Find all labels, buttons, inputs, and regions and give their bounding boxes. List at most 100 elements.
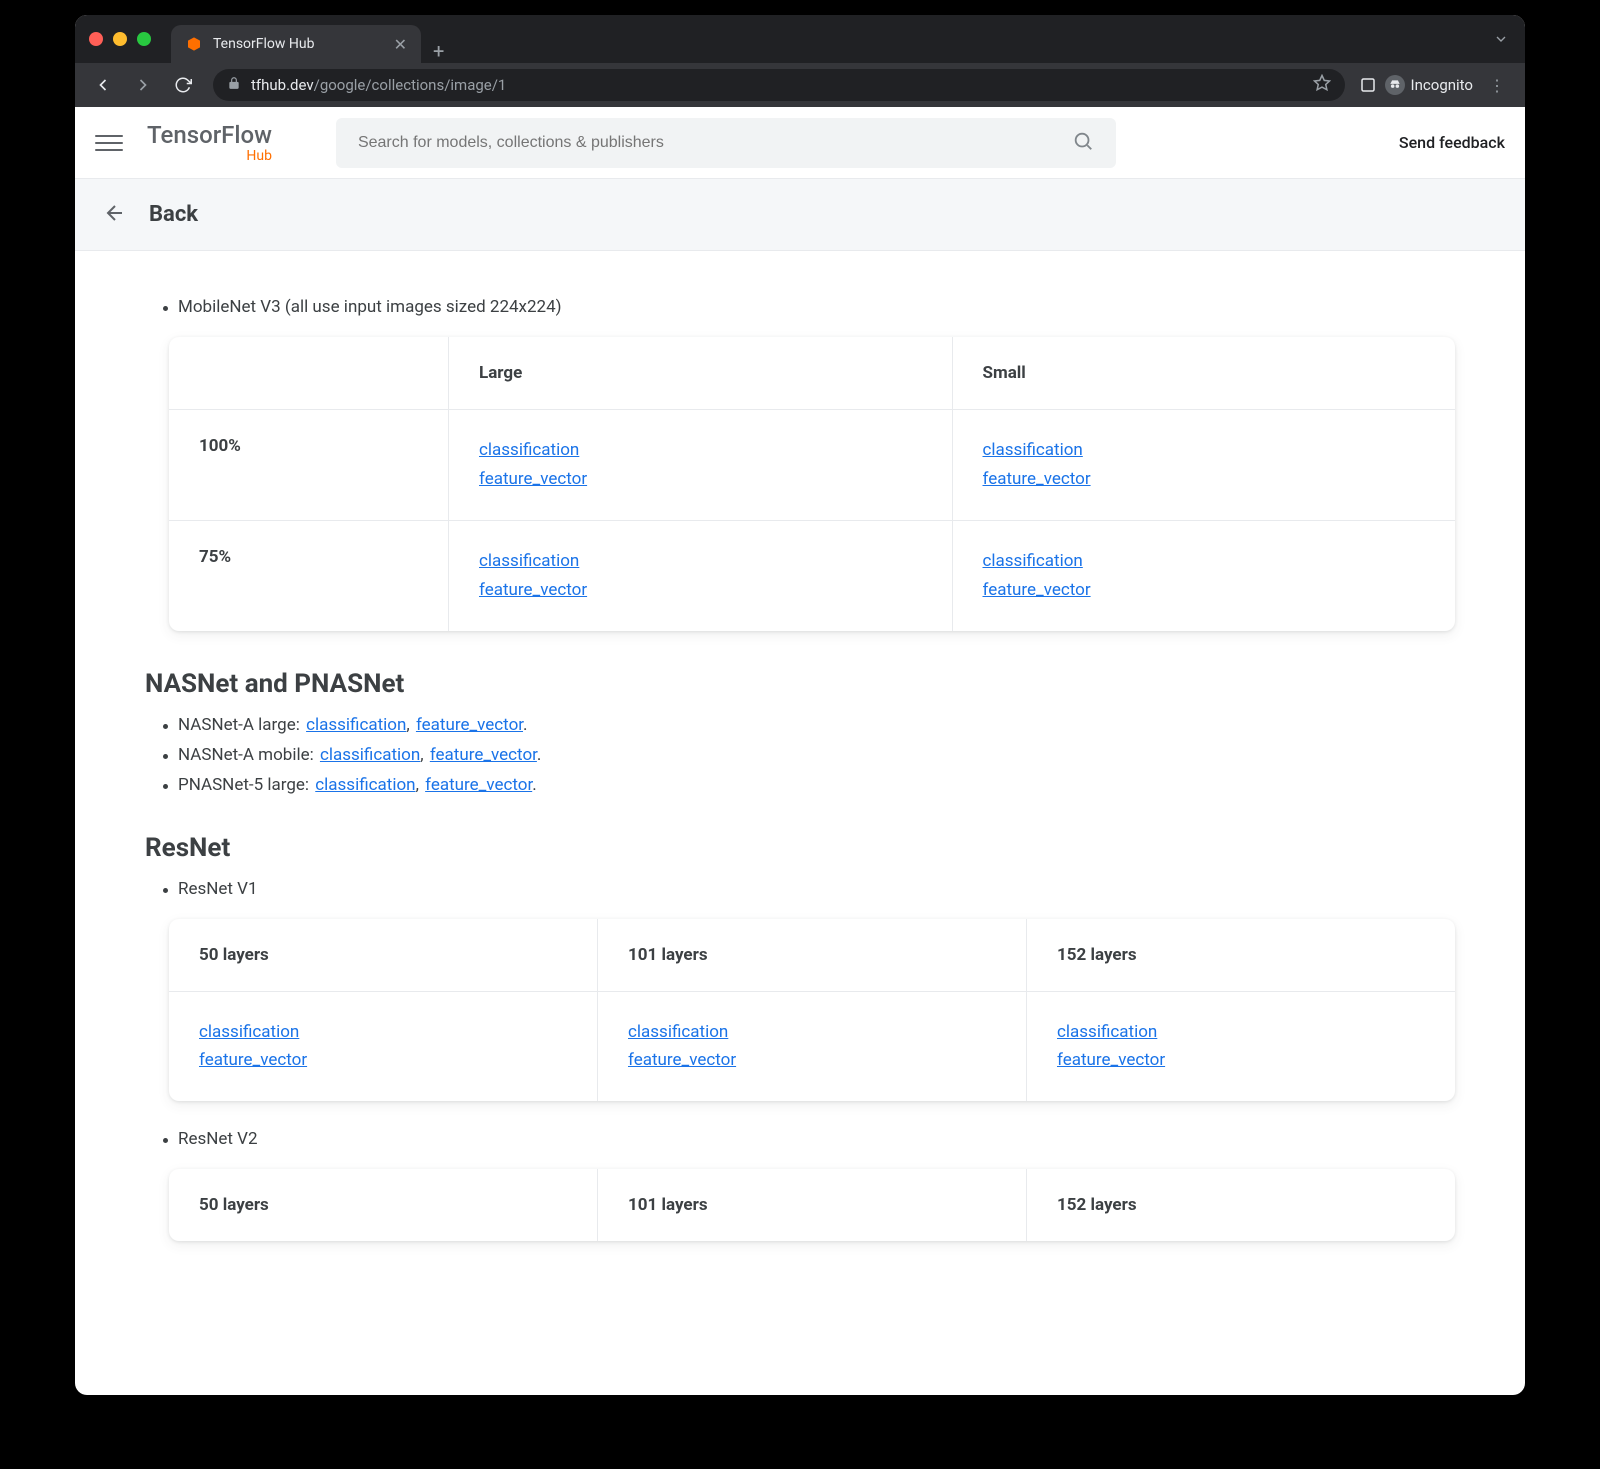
- table-rowhead: 75%: [169, 521, 449, 631]
- bullet-icon: [163, 1138, 168, 1143]
- list-item: ResNet V1: [163, 879, 1455, 899]
- new-tab-button[interactable]: +: [433, 39, 444, 63]
- section-heading-resnet: ResNet: [145, 833, 1455, 863]
- classification-link[interactable]: classification: [983, 436, 1426, 465]
- classification-link[interactable]: classification: [479, 547, 922, 576]
- bullet-text: NASNet-A mobile: classification, feature…: [178, 745, 541, 765]
- browser-tab[interactable]: TensorFlow Hub ✕: [171, 25, 421, 63]
- site-logo[interactable]: TensorFlow Hub: [147, 123, 272, 163]
- back-label: Back: [149, 202, 198, 227]
- table-header-cell: 101 layers: [598, 1169, 1027, 1241]
- feature-vector-link[interactable]: feature_vector: [479, 465, 922, 494]
- table-row: classification feature_vector classifica…: [169, 991, 1455, 1102]
- feature-vector-link[interactable]: feature_vector: [430, 745, 537, 765]
- classification-link[interactable]: classification: [315, 775, 415, 795]
- nav-forward-button[interactable]: [127, 69, 159, 101]
- table-row: 100% classification feature_vector class…: [169, 409, 1455, 520]
- bullet-icon: [163, 306, 168, 311]
- list-item: NASNet-A mobile: classification, feature…: [163, 745, 1455, 765]
- feature-vector-link[interactable]: feature_vector: [628, 1046, 996, 1075]
- bullet-text: NASNet-A large: classification, feature_…: [178, 715, 528, 735]
- classification-link[interactable]: classification: [628, 1018, 996, 1047]
- search-box[interactable]: [336, 118, 1116, 168]
- window-close-button[interactable]: [89, 32, 103, 46]
- table-header-row: 50 layers 101 layers 152 layers: [169, 919, 1455, 991]
- classification-link[interactable]: classification: [306, 715, 406, 735]
- table-header-cell: 50 layers: [169, 919, 598, 991]
- table-cell: classification feature_vector: [598, 992, 1027, 1102]
- url-host: tfhub.dev: [251, 76, 314, 94]
- bookmark-star-icon[interactable]: [1313, 74, 1331, 96]
- bullet-icon: [163, 754, 168, 759]
- classification-link[interactable]: classification: [199, 1018, 567, 1047]
- bullet-text: MobileNet V3 (all use input images sized…: [178, 297, 562, 317]
- search-icon[interactable]: [1072, 130, 1094, 156]
- list-item: MobileNet V3 (all use input images sized…: [163, 297, 1455, 317]
- bullet-text: PNASNet-5 large: classification, feature…: [178, 775, 537, 795]
- back-bar: Back: [75, 179, 1525, 251]
- list-item: NASNet-A large: classification, feature_…: [163, 715, 1455, 735]
- page-content: MobileNet V3 (all use input images sized…: [75, 251, 1525, 1241]
- resnet-v2-table: 50 layers 101 layers 152 layers: [169, 1169, 1455, 1241]
- address-bar[interactable]: tfhub.dev/google/collections/image/1: [213, 69, 1345, 101]
- window-traffic-lights: [89, 32, 151, 46]
- tab-strip: TensorFlow Hub ✕ +: [171, 15, 1491, 63]
- site-header: TensorFlow Hub Send feedback: [75, 107, 1525, 179]
- table-rowhead: 100%: [169, 410, 449, 520]
- logo-text-main: TensorFlow: [147, 123, 272, 147]
- search-input[interactable]: [358, 134, 1072, 152]
- classification-link[interactable]: classification: [320, 745, 420, 765]
- incognito-label: Incognito: [1411, 76, 1473, 94]
- table-row: 75% classification feature_vector classi…: [169, 520, 1455, 631]
- table-cell: classification feature_vector: [1027, 992, 1455, 1102]
- table-header-row: Large Small: [169, 337, 1455, 409]
- back-arrow-icon[interactable]: [103, 201, 127, 229]
- tabs-overflow-icon[interactable]: [1491, 29, 1511, 49]
- bullet-text: ResNet V1: [178, 879, 258, 899]
- incognito-indicator: Incognito: [1385, 75, 1473, 95]
- menu-hamburger-icon[interactable]: [95, 129, 123, 157]
- table-header-cell: Large: [449, 337, 953, 409]
- bullet-icon: [163, 784, 168, 789]
- feature-vector-link[interactable]: feature_vector: [416, 715, 523, 735]
- bullet-icon: [163, 888, 168, 893]
- table-cell: classification feature_vector: [953, 521, 1456, 631]
- table-header-row: 50 layers 101 layers 152 layers: [169, 1169, 1455, 1241]
- bullet-text: ResNet V2: [178, 1129, 258, 1149]
- table-cell: classification feature_vector: [169, 992, 598, 1102]
- incognito-icon: [1385, 75, 1405, 95]
- table-header-cell: 101 layers: [598, 919, 1027, 991]
- feature-vector-link[interactable]: feature_vector: [1057, 1046, 1425, 1075]
- classification-link[interactable]: classification: [983, 547, 1426, 576]
- feature-vector-link[interactable]: feature_vector: [425, 775, 532, 795]
- browser-menu-icon[interactable]: ⋮: [1481, 76, 1513, 95]
- feature-vector-link[interactable]: feature_vector: [479, 576, 922, 605]
- classification-link[interactable]: classification: [479, 436, 922, 465]
- window-maximize-button[interactable]: [137, 32, 151, 46]
- extensions-icon[interactable]: [1359, 76, 1377, 94]
- table-cell: classification feature_vector: [953, 410, 1456, 520]
- table-cell: classification feature_vector: [449, 410, 953, 520]
- nav-back-button[interactable]: [87, 69, 119, 101]
- window-minimize-button[interactable]: [113, 32, 127, 46]
- feature-vector-link[interactable]: feature_vector: [199, 1046, 567, 1075]
- classification-link[interactable]: classification: [1057, 1018, 1425, 1047]
- feature-vector-link[interactable]: feature_vector: [983, 576, 1426, 605]
- table-header-cell: [169, 337, 449, 409]
- nav-reload-button[interactable]: [167, 69, 199, 101]
- table-header-cell: Small: [953, 337, 1456, 409]
- tab-close-button[interactable]: ✕: [394, 35, 407, 54]
- url-path: /google/collections/image/1: [314, 76, 507, 94]
- list-item: PNASNet-5 large: classification, feature…: [163, 775, 1455, 795]
- address-text: tfhub.dev/google/collections/image/1: [251, 76, 506, 94]
- browser-toolbar: tfhub.dev/google/collections/image/1 Inc…: [75, 63, 1525, 107]
- item-prefix: NASNet-A large:: [178, 715, 304, 735]
- send-feedback-link[interactable]: Send feedback: [1399, 133, 1505, 152]
- resnet-v1-table: 50 layers 101 layers 152 layers classifi…: [169, 919, 1455, 1102]
- section-heading-nasnet: NASNet and PNASNet: [145, 669, 1455, 699]
- tab-favicon-icon: [185, 35, 203, 53]
- feature-vector-link[interactable]: feature_vector: [983, 465, 1426, 494]
- table-header-cell: 152 layers: [1027, 919, 1455, 991]
- lock-icon: [227, 76, 241, 94]
- mobilenet-v3-table: Large Small 100% classification feature_…: [169, 337, 1455, 631]
